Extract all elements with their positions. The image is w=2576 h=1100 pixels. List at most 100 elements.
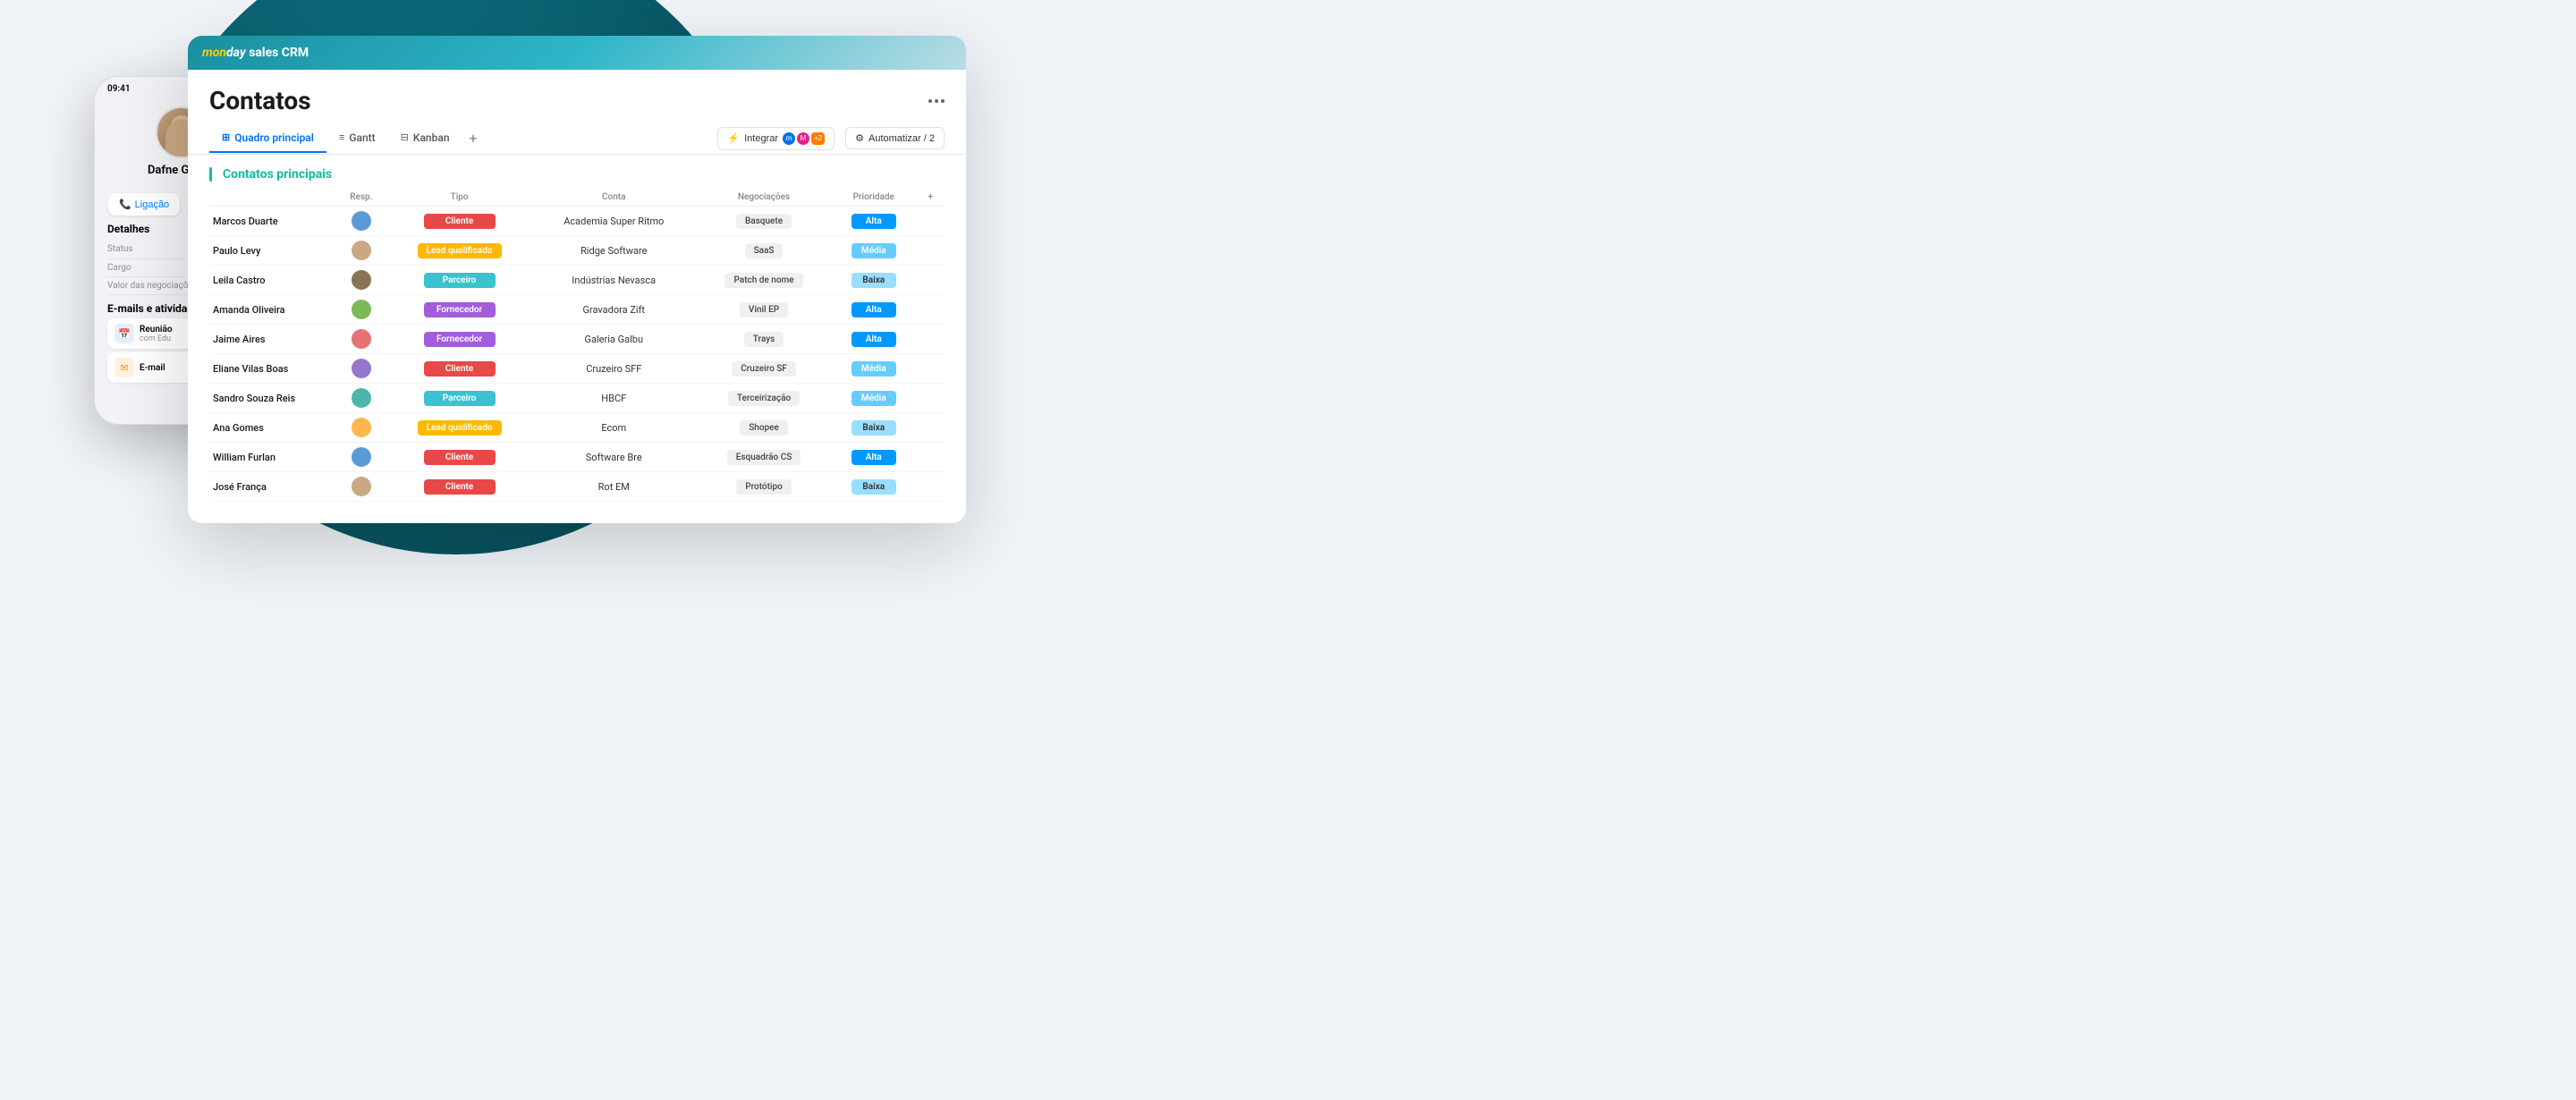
col-add[interactable]: + — [917, 189, 945, 207]
table-row[interactable]: Leila Castro Parceiro Indústrias Nevasca… — [209, 266, 945, 295]
table-row[interactable]: Jaime Aires Fornecedor Galeria Galbu Tra… — [209, 325, 945, 354]
contact-negociacoes: Vinil EP — [697, 295, 831, 325]
contact-tipo: Fornecedor — [388, 325, 531, 354]
contact-tipo: Parceiro — [388, 384, 531, 413]
contact-prioridade: Alta — [831, 295, 917, 325]
contact-extra — [917, 207, 945, 236]
contact-conta: HBCF — [530, 384, 697, 413]
negociacoes-badge: Esquadrão CS — [727, 450, 801, 465]
contact-name: Marcos Duarte — [209, 207, 335, 236]
contact-prioridade: Baixa — [831, 472, 917, 502]
call-button[interactable]: 📞 Ligação — [108, 193, 180, 216]
crm-top-bar: monday sales CRM — [188, 36, 966, 70]
automate-label: Automatizar / 2 — [869, 133, 935, 144]
resp-avatar — [352, 447, 371, 467]
negociacoes-label: Valor das negociações — [107, 281, 198, 291]
contact-conta: Ridge Software — [530, 236, 697, 266]
table-row[interactable]: Eliane Vilas Boas Cliente Cruzeiro SFF C… — [209, 354, 945, 384]
contact-prioridade: Média — [831, 236, 917, 266]
tab-gantt[interactable]: ≡ Gantt — [326, 124, 388, 153]
conta-text: Software Bre — [586, 452, 642, 463]
resp-avatar — [352, 211, 371, 231]
contact-negociacoes: Trays — [697, 325, 831, 354]
contact-conta: Gravadora Zift — [530, 295, 697, 325]
conta-text: Ecom — [601, 422, 626, 434]
table-row[interactable]: Amanda Oliveira Fornecedor Gravadora Zif… — [209, 295, 945, 325]
contacts-table: Resp. Tipo Conta Negociações Prioridade … — [209, 189, 945, 502]
contact-conta: Rot EM — [530, 472, 697, 502]
conta-text: HBCF — [601, 393, 626, 404]
contact-conta: Academia Super Ritmo — [530, 207, 697, 236]
contact-name: Amanda Oliveira — [209, 295, 335, 325]
conta-text: Ridge Software — [580, 245, 647, 257]
table-row[interactable]: William Furlan Cliente Software Bre Esqu… — [209, 443, 945, 472]
resp-avatar — [352, 418, 371, 437]
automate-button[interactable]: ⚙ Automatizar / 2 — [845, 127, 945, 149]
contact-resp — [335, 354, 388, 384]
prioridade-badge: Média — [852, 243, 896, 258]
table-row[interactable]: José França Cliente Rot EM Protótipo Bai… — [209, 472, 945, 502]
contact-prioridade: Média — [831, 354, 917, 384]
col-tipo: Tipo — [388, 189, 531, 207]
integrate-button[interactable]: ⚡ Integrar m M +2 — [717, 127, 835, 150]
tab-kanban-label: Kanban — [413, 131, 450, 144]
status-label: Status — [107, 244, 133, 254]
table-row[interactable]: Paulo Levy Lead qualificado Ridge Softwa… — [209, 236, 945, 266]
prioridade-badge: Baixa — [852, 273, 896, 288]
prioridade-badge: Alta — [852, 302, 896, 317]
table-row[interactable]: Sandro Souza Reis Parceiro HBCF Terceiri… — [209, 384, 945, 413]
contact-extra — [917, 325, 945, 354]
logo-product: sales CRM — [249, 46, 309, 60]
contact-name: Eliane Vilas Boas — [209, 354, 335, 384]
kanban-icon: ⊟ — [401, 131, 409, 143]
activity-body-email: E-mail — [140, 363, 189, 373]
negociacoes-badge: Basquete — [736, 214, 792, 229]
negociacoes-badge: Cruzeiro SF — [732, 361, 796, 377]
contact-extra — [917, 295, 945, 325]
more-options-button[interactable] — [928, 99, 945, 103]
negociacoes-badge: Terceirização — [728, 391, 800, 406]
contact-prioridade: Média — [831, 384, 917, 413]
tab-quadro-principal[interactable]: ⊞ Quadro principal — [209, 124, 326, 153]
contact-prioridade: Alta — [831, 207, 917, 236]
resp-avatar — [352, 388, 371, 408]
contact-negociacoes: Cruzeiro SF — [697, 354, 831, 384]
integrate-label: Integrar — [744, 133, 778, 144]
resp-avatar — [352, 329, 371, 349]
col-negociacoes: Negociações — [697, 189, 831, 207]
prioridade-badge: Média — [852, 391, 896, 406]
dot2 — [935, 99, 938, 103]
email-activity-title: E-mail — [140, 363, 189, 373]
add-tab-button[interactable]: + — [462, 123, 485, 154]
crm-panel: monday sales CRM Contatos ⊞ Quadro princ… — [188, 36, 966, 523]
contact-extra — [917, 413, 945, 443]
tab-kanban[interactable]: ⊟ Kanban — [388, 124, 462, 153]
phone-time: 09:41 — [107, 84, 131, 94]
prioridade-badge: Alta — [852, 214, 896, 229]
contact-conta: Indústrias Nevasca — [530, 266, 697, 295]
crm-content: Contatos principais Resp. Tipo Conta Neg… — [188, 155, 966, 523]
phone-icon: 📞 — [119, 199, 131, 210]
section-title: Contatos principais — [223, 167, 332, 182]
col-prioridade: Prioridade — [831, 189, 917, 207]
contact-negociacoes: Esquadrão CS — [697, 443, 831, 472]
crm-header: Contatos — [188, 70, 966, 115]
meeting-icon: 📅 — [114, 324, 134, 343]
cargo-label: Cargo — [107, 263, 131, 273]
contact-resp — [335, 236, 388, 266]
tab-quadro-label: Quadro principal — [234, 131, 314, 144]
conta-text: Rot EM — [598, 481, 630, 493]
table-row[interactable]: Ana Gomes Lead qualificado Ecom Shopee B… — [209, 413, 945, 443]
tipo-badge: Fornecedor — [424, 332, 496, 347]
dot1 — [928, 99, 932, 103]
negociacoes-badge: Trays — [744, 332, 784, 347]
contact-tipo: Cliente — [388, 207, 531, 236]
col-name — [209, 189, 335, 207]
contact-name: José França — [209, 472, 335, 502]
section-accent — [209, 167, 212, 182]
tipo-badge: Lead qualificado — [418, 243, 502, 258]
table-row[interactable]: Marcos Duarte Cliente Academia Super Rit… — [209, 207, 945, 236]
contact-conta: Ecom — [530, 413, 697, 443]
resp-avatar — [352, 241, 371, 260]
meeting-sub: com Edu — [140, 334, 189, 343]
